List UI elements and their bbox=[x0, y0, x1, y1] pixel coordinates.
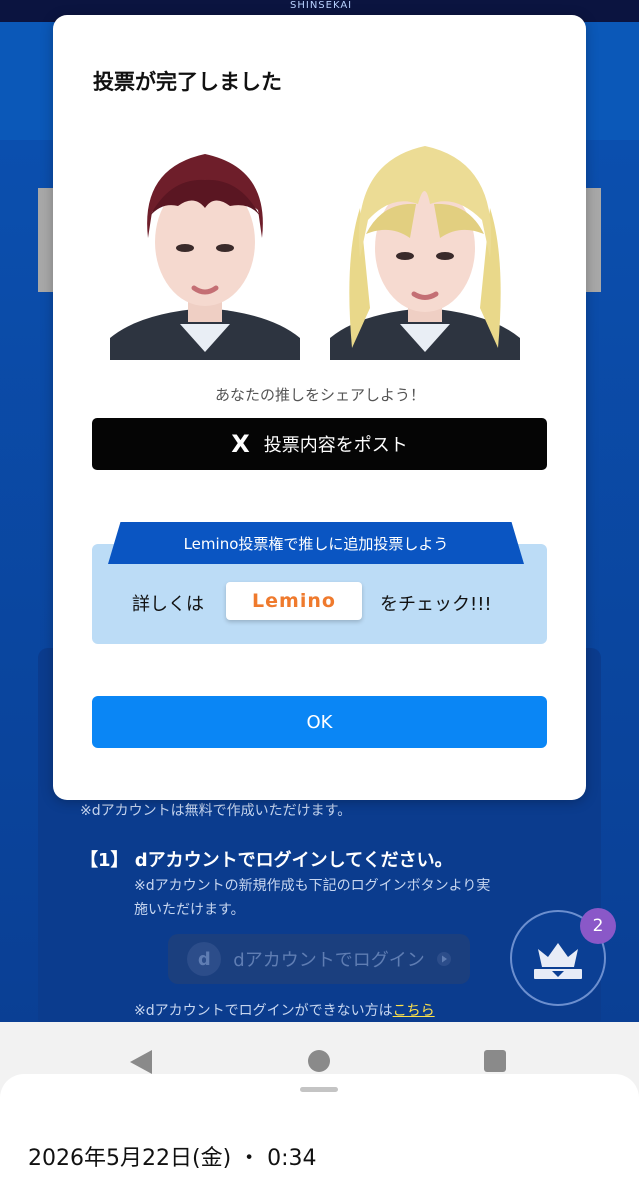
post-vote-label: 投票内容をポスト bbox=[263, 435, 408, 456]
post-vote-button[interactable]: X 投票内容をポスト bbox=[92, 418, 547, 470]
member-portrait-2 bbox=[330, 138, 520, 360]
home-icon[interactable] bbox=[308, 1050, 330, 1072]
arrow-right-icon bbox=[436, 952, 451, 966]
step1-note-line1: ※dアカウントの新規作成も下記のログインボタンより実 bbox=[134, 878, 491, 894]
lemino-detail-suffix: をチェック!!! bbox=[380, 594, 492, 615]
cannot-login-prefix: ※dアカウントでログインができない方は bbox=[134, 1003, 393, 1019]
crown-icon bbox=[534, 943, 582, 979]
bg-block-left bbox=[38, 188, 54, 292]
ok-button[interactable]: OK bbox=[92, 696, 547, 748]
modal-title: 投票が完了しました bbox=[93, 70, 282, 94]
back-icon[interactable] bbox=[130, 1050, 152, 1074]
ok-label: OK bbox=[306, 711, 333, 733]
bg-block-right bbox=[585, 188, 601, 292]
x-logo-icon: X bbox=[231, 430, 250, 458]
step1-note-line2: 施いただけます。 bbox=[134, 902, 245, 918]
d-account-icon: d bbox=[187, 942, 222, 976]
bottom-sheet bbox=[0, 1074, 639, 1199]
cannot-login-link[interactable]: こちら bbox=[393, 1003, 435, 1019]
step1-label: 【1】 dアカウントでログインしてください。 bbox=[80, 850, 453, 871]
lemino-logo-text: Lemino bbox=[252, 590, 336, 612]
lemino-logo-button[interactable]: Lemino bbox=[226, 582, 362, 620]
member-portrait-1 bbox=[110, 138, 300, 360]
datetime-label: 2026年5月22日(金) ・ 0:34 bbox=[28, 1146, 317, 1171]
free-account-note: ※dアカウントは無料で作成いただけます。 bbox=[80, 803, 352, 819]
share-prompt: あなたの推しをシェアしよう！ bbox=[214, 386, 425, 404]
cannot-login-note: ※dアカウントでログインができない方はこちら bbox=[134, 1000, 435, 1020]
lemino-promo-banner: Lemino投票権で推しに追加投票しよう bbox=[108, 522, 524, 564]
app-brand-text: SHINSEKAI bbox=[290, 0, 353, 11]
recents-icon[interactable] bbox=[484, 1050, 506, 1072]
lemino-promo-banner-text: Lemino投票権で推しに追加投票しよう bbox=[183, 534, 449, 553]
d-account-login-label: dアカウントでログイン bbox=[233, 950, 425, 971]
lemino-detail-prefix: 詳しくは bbox=[132, 594, 204, 615]
notification-badge: 2 bbox=[580, 908, 616, 944]
sheet-drag-handle[interactable] bbox=[300, 1087, 338, 1092]
vote-complete-modal bbox=[53, 15, 586, 800]
d-account-login-button[interactable]: d dアカウントでログイン bbox=[168, 934, 470, 984]
